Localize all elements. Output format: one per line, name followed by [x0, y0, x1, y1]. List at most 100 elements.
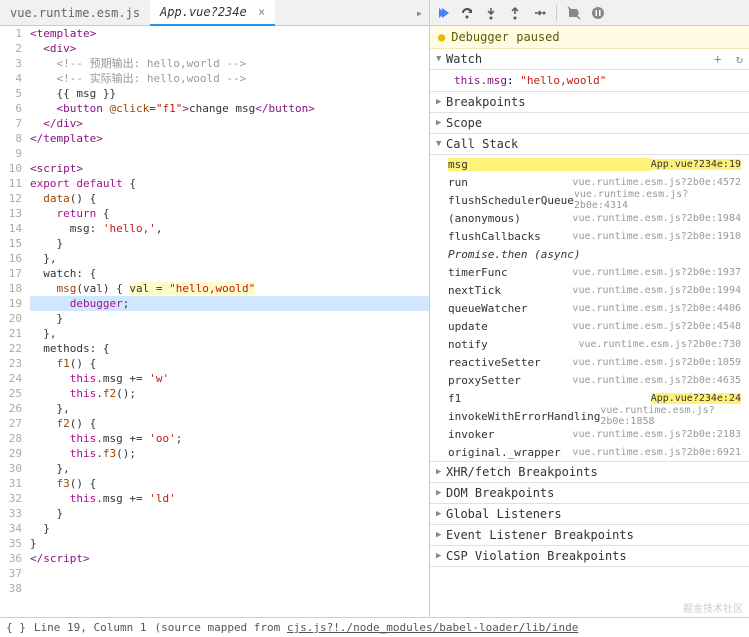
- stack-frame[interactable]: invokeWithErrorHandlingvue.runtime.esm.j…: [430, 407, 749, 425]
- pause-exceptions-icon[interactable]: [591, 6, 605, 20]
- stack-frame[interactable]: nextTickvue.runtime.esm.js?2b0e:1994: [430, 281, 749, 299]
- stack-fn-name: timerFunc: [448, 266, 572, 279]
- stack-fn-name: original._wrapper: [448, 446, 572, 459]
- cursor-position: Line 19, Column 1: [34, 621, 147, 634]
- stack-fn-name: notify: [448, 338, 578, 351]
- stack-fn-name: reactiveSetter: [448, 356, 572, 369]
- stack-fn-name: invokeWithErrorHandling: [448, 410, 600, 423]
- stack-location[interactable]: vue.runtime.esm.js?2b0e:4635: [572, 375, 741, 386]
- dom-header[interactable]: ▶DOM Breakpoints: [430, 483, 749, 504]
- stack-fn-name: flushCallbacks: [448, 230, 572, 243]
- warning-icon: ●: [438, 30, 445, 44]
- step-into-icon[interactable]: [484, 6, 498, 20]
- stack-fn-name: f1: [448, 392, 651, 405]
- stack-frame[interactable]: timerFuncvue.runtime.esm.js?2b0e:1937: [430, 263, 749, 281]
- code-editor[interactable]: 1234567891011121314151617181920212223242…: [0, 26, 429, 617]
- scope-header[interactable]: ▶Scope: [430, 113, 749, 134]
- stack-location[interactable]: vue.runtime.esm.js?2b0e:1994: [572, 285, 741, 296]
- stack-fn-name: nextTick: [448, 284, 572, 297]
- callstack-header[interactable]: ▼Call Stack: [430, 134, 749, 155]
- code-body[interactable]: <template> <div> <!-- 预期输出: hello,world …: [30, 26, 429, 617]
- breakpoints-header[interactable]: ▶Breakpoints: [430, 92, 749, 113]
- watermark: 掘金技术社区: [683, 600, 743, 615]
- stack-frame[interactable]: notifyvue.runtime.esm.js?2b0e:730: [430, 335, 749, 353]
- source-map-link[interactable]: cjs.js?!./node_modules/babel-loader/lib/…: [287, 621, 578, 634]
- chevron-right-icon: ▶: [436, 530, 446, 540]
- chevron-right-icon: ▶: [436, 488, 446, 498]
- watch-header[interactable]: ▼ Watch + ↻: [430, 49, 749, 70]
- tab-active[interactable]: App.vue?234e ×: [150, 0, 275, 26]
- stack-fn-name: msg: [448, 158, 651, 171]
- stack-fn-name: (anonymous): [448, 212, 572, 225]
- chevron-right-icon: ▶: [436, 509, 446, 519]
- tab-inactive[interactable]: vue.runtime.esm.js: [0, 1, 150, 25]
- stack-frame[interactable]: invokervue.runtime.esm.js?2b0e:2183: [430, 425, 749, 443]
- stack-frame[interactable]: flushSchedulerQueuevue.runtime.esm.js?2b…: [430, 191, 749, 209]
- stack-location[interactable]: vue.runtime.esm.js?2b0e:1858: [600, 405, 741, 427]
- stack-location[interactable]: vue.runtime.esm.js?2b0e:730: [578, 339, 741, 350]
- main-container: vue.runtime.esm.js App.vue?234e × ▸ 1234…: [0, 0, 749, 617]
- debugger-sections: ▼ Watch + ↻ this.msg: "hello,woold" ▶Bre…: [430, 49, 749, 617]
- chevron-right-icon: ▶: [436, 551, 446, 561]
- add-watch-icon[interactable]: + ↻: [714, 52, 743, 66]
- stack-location[interactable]: vue.runtime.esm.js?2b0e:4572: [572, 177, 741, 188]
- chevron-down-icon: ▼: [436, 54, 446, 64]
- paused-banner: ● Debugger paused: [430, 26, 749, 49]
- call-stack: msgApp.vue?234e:19runvue.runtime.esm.js?…: [430, 155, 749, 462]
- line-gutter: 1234567891011121314151617181920212223242…: [0, 26, 30, 617]
- stack-frame: Promise.then (async): [430, 245, 749, 263]
- stack-frame[interactable]: original._wrappervue.runtime.esm.js?2b0e…: [430, 443, 749, 461]
- stack-location[interactable]: vue.runtime.esm.js?2b0e:4406: [572, 303, 741, 314]
- step-over-icon[interactable]: [460, 6, 474, 20]
- section-label: Watch: [446, 52, 482, 66]
- stack-fn-name: update: [448, 320, 572, 333]
- stack-frame[interactable]: updatevue.runtime.esm.js?2b0e:4548: [430, 317, 749, 335]
- stack-fn-name: invoker: [448, 428, 572, 441]
- csp-header[interactable]: ▶CSP Violation Breakpoints: [430, 546, 749, 567]
- stack-location[interactable]: App.vue?234e:24: [651, 393, 741, 404]
- chevron-right-icon: ▶: [436, 118, 446, 128]
- chevron-right-icon: ▶: [436, 97, 446, 107]
- debugger-pane: ● Debugger paused ▼ Watch + ↻ this.msg: …: [430, 0, 749, 617]
- step-icon[interactable]: [532, 6, 546, 20]
- format-icon[interactable]: { }: [6, 621, 26, 634]
- watch-expression[interactable]: this.msg: "hello,woold": [430, 70, 749, 92]
- stack-location[interactable]: vue.runtime.esm.js?2b0e:2183: [572, 429, 741, 440]
- section-label: Scope: [446, 116, 482, 130]
- section-label: XHR/fetch Breakpoints: [446, 465, 598, 479]
- stack-location[interactable]: vue.runtime.esm.js?2b0e:6921: [572, 447, 741, 458]
- xhr-header[interactable]: ▶XHR/fetch Breakpoints: [430, 462, 749, 483]
- stack-frame[interactable]: flushCallbacksvue.runtime.esm.js?2b0e:19…: [430, 227, 749, 245]
- section-label: Call Stack: [446, 137, 518, 151]
- stack-location[interactable]: vue.runtime.esm.js?2b0e:1937: [572, 267, 741, 278]
- tab-nav-icon[interactable]: ▸: [410, 6, 429, 20]
- stack-frame[interactable]: msgApp.vue?234e:19: [430, 155, 749, 173]
- section-label: Breakpoints: [446, 95, 525, 109]
- global-header[interactable]: ▶Global Listeners: [430, 504, 749, 525]
- stack-frame[interactable]: reactiveSettervue.runtime.esm.js?2b0e:10…: [430, 353, 749, 371]
- stack-location[interactable]: vue.runtime.esm.js?2b0e:1059: [572, 357, 741, 368]
- stack-location[interactable]: vue.runtime.esm.js?2b0e:1910: [572, 231, 741, 242]
- deactivate-breakpoints-icon[interactable]: [567, 6, 581, 20]
- watch-value: "hello,woold": [520, 74, 606, 87]
- stack-fn-name: proxySetter: [448, 374, 572, 387]
- stack-frame[interactable]: queueWatchervue.runtime.esm.js?2b0e:4406: [430, 299, 749, 317]
- step-out-icon[interactable]: [508, 6, 522, 20]
- stack-location[interactable]: vue.runtime.esm.js?2b0e:1984: [572, 213, 741, 224]
- stack-fn-name: run: [448, 176, 572, 189]
- stack-location[interactable]: App.vue?234e:19: [651, 159, 741, 170]
- close-icon[interactable]: ×: [258, 5, 265, 19]
- stack-location[interactable]: vue.runtime.esm.js?2b0e:4314: [574, 189, 741, 211]
- resume-icon[interactable]: [436, 6, 450, 20]
- editor-tabs: vue.runtime.esm.js App.vue?234e × ▸: [0, 0, 429, 26]
- stack-fn-name: flushSchedulerQueue: [448, 194, 574, 207]
- stack-frame[interactable]: (anonymous)vue.runtime.esm.js?2b0e:1984: [430, 209, 749, 227]
- section-label: Event Listener Breakpoints: [446, 528, 634, 542]
- stack-fn-name: queueWatcher: [448, 302, 572, 315]
- stack-location[interactable]: vue.runtime.esm.js?2b0e:4548: [572, 321, 741, 332]
- chevron-down-icon: ▼: [436, 139, 446, 149]
- event-header[interactable]: ▶Event Listener Breakpoints: [430, 525, 749, 546]
- stack-frame[interactable]: proxySettervue.runtime.esm.js?2b0e:4635: [430, 371, 749, 389]
- chevron-right-icon: ▶: [436, 467, 446, 477]
- watch-expr-text: this.msg: [454, 74, 507, 87]
